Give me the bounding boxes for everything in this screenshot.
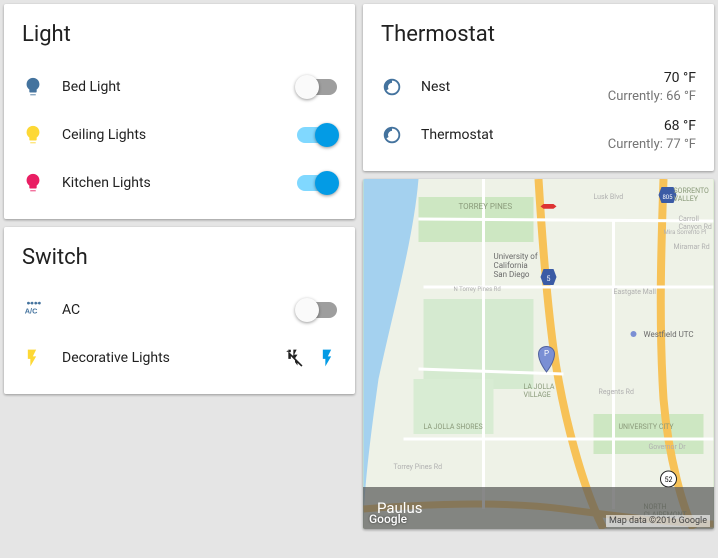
- switch-card: Switch A/C AC Decorative Lights: [4, 227, 355, 394]
- thermostat-target: 68 °F: [608, 117, 696, 136]
- light-row-ceiling: Ceiling Lights: [22, 111, 337, 159]
- map-label: UNIVERSITY CITY: [619, 423, 675, 431]
- map-road-label: N Torrey Pines Rd: [454, 286, 501, 293]
- google-logo: Google: [369, 512, 407, 526]
- highway-shield-icon: 52: [661, 471, 677, 487]
- svg-text:805: 805: [662, 194, 673, 201]
- map-label: TORREY PINES: [459, 202, 513, 211]
- light-label: Kitchen Lights: [62, 175, 297, 191]
- ac-icon: A/C: [22, 299, 62, 321]
- map-road-label: Mira Sorrento Pl: [664, 229, 707, 236]
- thermostat-current: Currently: 77 °F: [608, 136, 696, 154]
- switch-card-title: Switch: [22, 245, 337, 270]
- map-label: LA JOLLA SHORES: [424, 423, 483, 431]
- switch-label: Decorative Lights: [62, 350, 285, 366]
- flash-off-button[interactable]: [285, 348, 305, 368]
- light-toggle-kitchen[interactable]: [297, 175, 337, 191]
- light-label: Bed Light: [62, 79, 297, 95]
- light-toggle-bed[interactable]: [297, 79, 337, 95]
- light-label: Ceiling Lights: [62, 127, 297, 143]
- svg-text:52: 52: [665, 476, 673, 484]
- map-canvas[interactable]: 5 805 52 P TORREY PINES SORRENTOVALLEY U…: [363, 179, 714, 529]
- switch-label: AC: [62, 302, 297, 318]
- light-row-bed: Bed Light: [22, 63, 337, 111]
- map-road-label: Regents Rd: [599, 388, 634, 396]
- map-attribution: Map data ©2016 Google: [606, 515, 710, 527]
- svg-text:5: 5: [547, 275, 551, 283]
- map-poi-label: Westfield UTC: [644, 330, 694, 339]
- svg-text:A/C: A/C: [25, 307, 38, 316]
- thermostat-target: 70 °F: [608, 69, 696, 88]
- thermostat-icon: [381, 76, 421, 98]
- light-card-title: Light: [22, 22, 337, 47]
- thermostat-icon: [381, 124, 421, 146]
- light-card: Light Bed Light Ceiling Lights: [4, 4, 355, 219]
- map-road-label: Governor Dr: [649, 443, 687, 451]
- bulb-icon: [22, 76, 62, 98]
- bulb-icon: [22, 124, 62, 146]
- svg-text:P: P: [544, 349, 549, 358]
- map-road-label: Eastgate Mall: [614, 288, 657, 296]
- thermostat-label: Thermostat: [421, 127, 608, 143]
- thermostat-card: Thermostat Nest 70 °F Currently: 66 °F T…: [363, 4, 714, 171]
- light-row-kitchen: Kitchen Lights: [22, 159, 337, 207]
- map-label: LA JOLLAVILLAGE: [524, 383, 555, 399]
- map-road-label: Lusk Blvd: [594, 193, 624, 201]
- map-card[interactable]: 5 805 52 P TORREY PINES SORRENTOVALLEY U…: [363, 179, 714, 529]
- bulb-icon: [22, 172, 62, 194]
- switch-row-ac: A/C AC: [22, 286, 337, 334]
- flash-on-button[interactable]: [317, 348, 337, 368]
- light-toggle-ceiling[interactable]: [297, 127, 337, 143]
- switch-toggle-ac[interactable]: [297, 302, 337, 318]
- thermostat-card-title: Thermostat: [381, 22, 696, 47]
- thermostat-row-nest: Nest 70 °F Currently: 66 °F: [381, 63, 696, 111]
- thermostat-readout[interactable]: 68 °F Currently: 77 °F: [608, 117, 696, 153]
- thermostat-current: Currently: 66 °F: [608, 88, 696, 106]
- map-road-label: Torrey Pines Rd: [394, 463, 443, 471]
- thermostat-readout[interactable]: 70 °F Currently: 66 °F: [608, 69, 696, 105]
- map-road-label: Miramar Rd: [674, 243, 710, 251]
- thermostat-row-thermostat: Thermostat 68 °F Currently: 77 °F: [381, 111, 696, 159]
- flash-icon: [22, 348, 62, 368]
- thermostat-label: Nest: [421, 79, 608, 95]
- switch-row-decorative: Decorative Lights: [22, 334, 337, 382]
